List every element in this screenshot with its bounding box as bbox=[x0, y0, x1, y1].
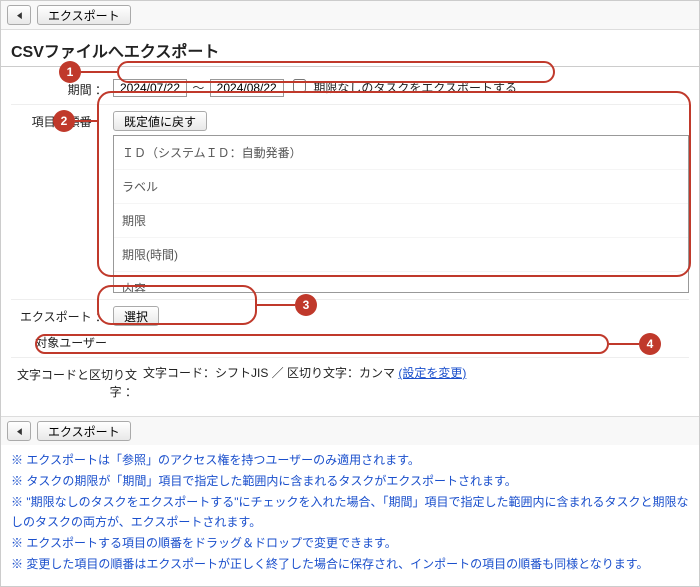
field-order-item[interactable]: 内容 bbox=[114, 272, 688, 293]
page-title: CSVファイルへエクスポート bbox=[1, 30, 699, 67]
export-target-label: エクスポート ： bbox=[11, 306, 113, 325]
callout-4: 4 bbox=[639, 333, 661, 355]
field-order-item[interactable]: ＩＤ（システムＩＤ：自動発番） bbox=[114, 136, 688, 170]
callout-1: 1 bbox=[59, 61, 81, 83]
note-line: ※ "期限なしのタスクをエクスポートする"にチェックを入れた場合、「期間」項目で… bbox=[11, 493, 689, 531]
export-button-bottom[interactable]: エクスポート bbox=[37, 421, 131, 441]
field-order-item[interactable]: 期限 bbox=[114, 204, 688, 238]
export-target-sublabel: 対象ユーザー bbox=[11, 332, 113, 351]
back-button[interactable] bbox=[7, 5, 31, 25]
encoding-value: 文字コード：シフトJIS ／ 区切り文字：カンマ bbox=[143, 366, 395, 380]
callout-2: 2 bbox=[53, 110, 75, 132]
encoding-label: 文字コードと区切り文字 ： bbox=[11, 364, 143, 400]
back-button-bottom[interactable] bbox=[7, 421, 31, 441]
note-line: ※ エクスポートする項目の順番をドラッグ＆ドロップで変更できます。 bbox=[11, 534, 689, 553]
no-deadline-checkbox[interactable] bbox=[293, 79, 306, 92]
note-line: ※ 変更した項目の順番はエクスポートが正しく終了した場合に保存され、インポートの… bbox=[11, 555, 689, 574]
period-label: 期間 ： bbox=[11, 79, 113, 98]
export-button-top[interactable]: エクスポート bbox=[37, 5, 131, 25]
field-order-listbox[interactable]: ＩＤ（システムＩＤ：自動発番）ラベル期限期限(時間)内容重要度アラーム bbox=[113, 135, 689, 293]
note-line: ※ エクスポートは「参照」のアクセス権を持つユーザーのみ適用されます。 bbox=[11, 451, 689, 470]
change-encoding-link[interactable]: (設定を変更) bbox=[398, 366, 466, 380]
note-line: ※ タスクの期限が「期間」項目で指定した範囲内に含まれるタスクがエクスポートされ… bbox=[11, 472, 689, 491]
select-users-button[interactable]: 選択 bbox=[113, 306, 159, 326]
callout-3: 3 bbox=[295, 294, 317, 316]
period-end-input[interactable] bbox=[210, 79, 284, 97]
period-separator: ～ bbox=[192, 81, 204, 95]
no-deadline-label: 期限なしのタスクをエクスポートする bbox=[313, 81, 517, 95]
field-order-item[interactable]: ラベル bbox=[114, 170, 688, 204]
reset-order-button[interactable]: 既定値に戻す bbox=[113, 111, 207, 131]
period-start-input[interactable] bbox=[113, 79, 187, 97]
field-order-item[interactable]: 期限(時間) bbox=[114, 238, 688, 272]
